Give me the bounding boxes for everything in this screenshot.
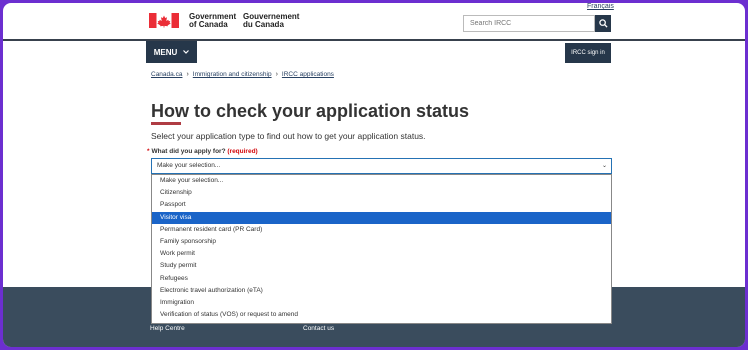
language-toggle-link[interactable]: Français [587, 3, 614, 10]
breadcrumb-link-canada[interactable]: Canada.ca [151, 71, 182, 78]
required-indicator: (required) [227, 148, 258, 155]
government-of-canada-wordmark-en[interactable]: Government of Canada [189, 13, 239, 29]
dropdown-option[interactable]: Refugees [152, 273, 611, 285]
application-type-label: * What did you apply for? (required) [147, 148, 258, 155]
dropdown-option[interactable]: Family sponsorship [152, 236, 611, 248]
breadcrumb-chevron-icon: › [186, 71, 189, 78]
menu-button[interactable]: MENU [146, 41, 197, 63]
breadcrumb-link-immigration[interactable]: Immigration and citizenship [193, 71, 272, 78]
government-of-canada-wordmark-fr[interactable]: Gouvernement du Canada [243, 13, 303, 29]
dropdown-option[interactable]: Electronic travel authorization (eTA) [152, 285, 611, 297]
dropdown-option[interactable]: Passport [152, 199, 611, 211]
footer-link-help-centre[interactable]: Help Centre [150, 325, 185, 332]
canada-flag-logo [149, 13, 179, 28]
footer-link-contact-us[interactable]: Contact us [303, 325, 334, 332]
dropdown-option[interactable]: Immigration [152, 297, 611, 309]
browser-frame: Français Government of Canada Gouverneme… [3, 3, 745, 347]
header-divider [3, 39, 745, 41]
chevron-down-icon: ⌄ [601, 163, 607, 169]
breadcrumb-link-ircc-applications[interactable]: IRCC applications [282, 71, 334, 78]
chevron-down-icon [183, 50, 190, 54]
search-input[interactable] [463, 15, 595, 32]
dropdown-option[interactable]: Study permit [152, 260, 611, 272]
breadcrumb: Canada.ca › Immigration and citizenship … [151, 71, 334, 78]
application-type-dropdown-list: Make your selection... Citizenship Passp… [151, 174, 612, 324]
search-button[interactable] [595, 15, 611, 32]
ircc-sign-in-button[interactable]: IRCC sign in [565, 43, 611, 63]
dropdown-option[interactable]: Work permit [152, 248, 611, 260]
application-type-select[interactable]: Make your selection... ⌄ [151, 158, 612, 174]
dropdown-option[interactable]: Citizenship [152, 187, 611, 199]
dropdown-option[interactable]: Verification of status (VOS) or request … [152, 309, 611, 321]
search-icon [598, 19, 608, 28]
page-lead-text: Select your application type to find out… [151, 131, 426, 141]
dropdown-option[interactable]: Permanent resident card (PR Card) [152, 224, 611, 236]
dropdown-option-highlighted[interactable]: Visitor visa [152, 211, 611, 224]
required-asterisk: * [147, 148, 150, 155]
dropdown-option[interactable]: Make your selection... [152, 175, 611, 187]
page-title: How to check your application status [151, 101, 470, 121]
select-current-value: Make your selection... [157, 162, 221, 169]
breadcrumb-chevron-icon: › [275, 71, 278, 78]
title-underline [151, 122, 181, 125]
